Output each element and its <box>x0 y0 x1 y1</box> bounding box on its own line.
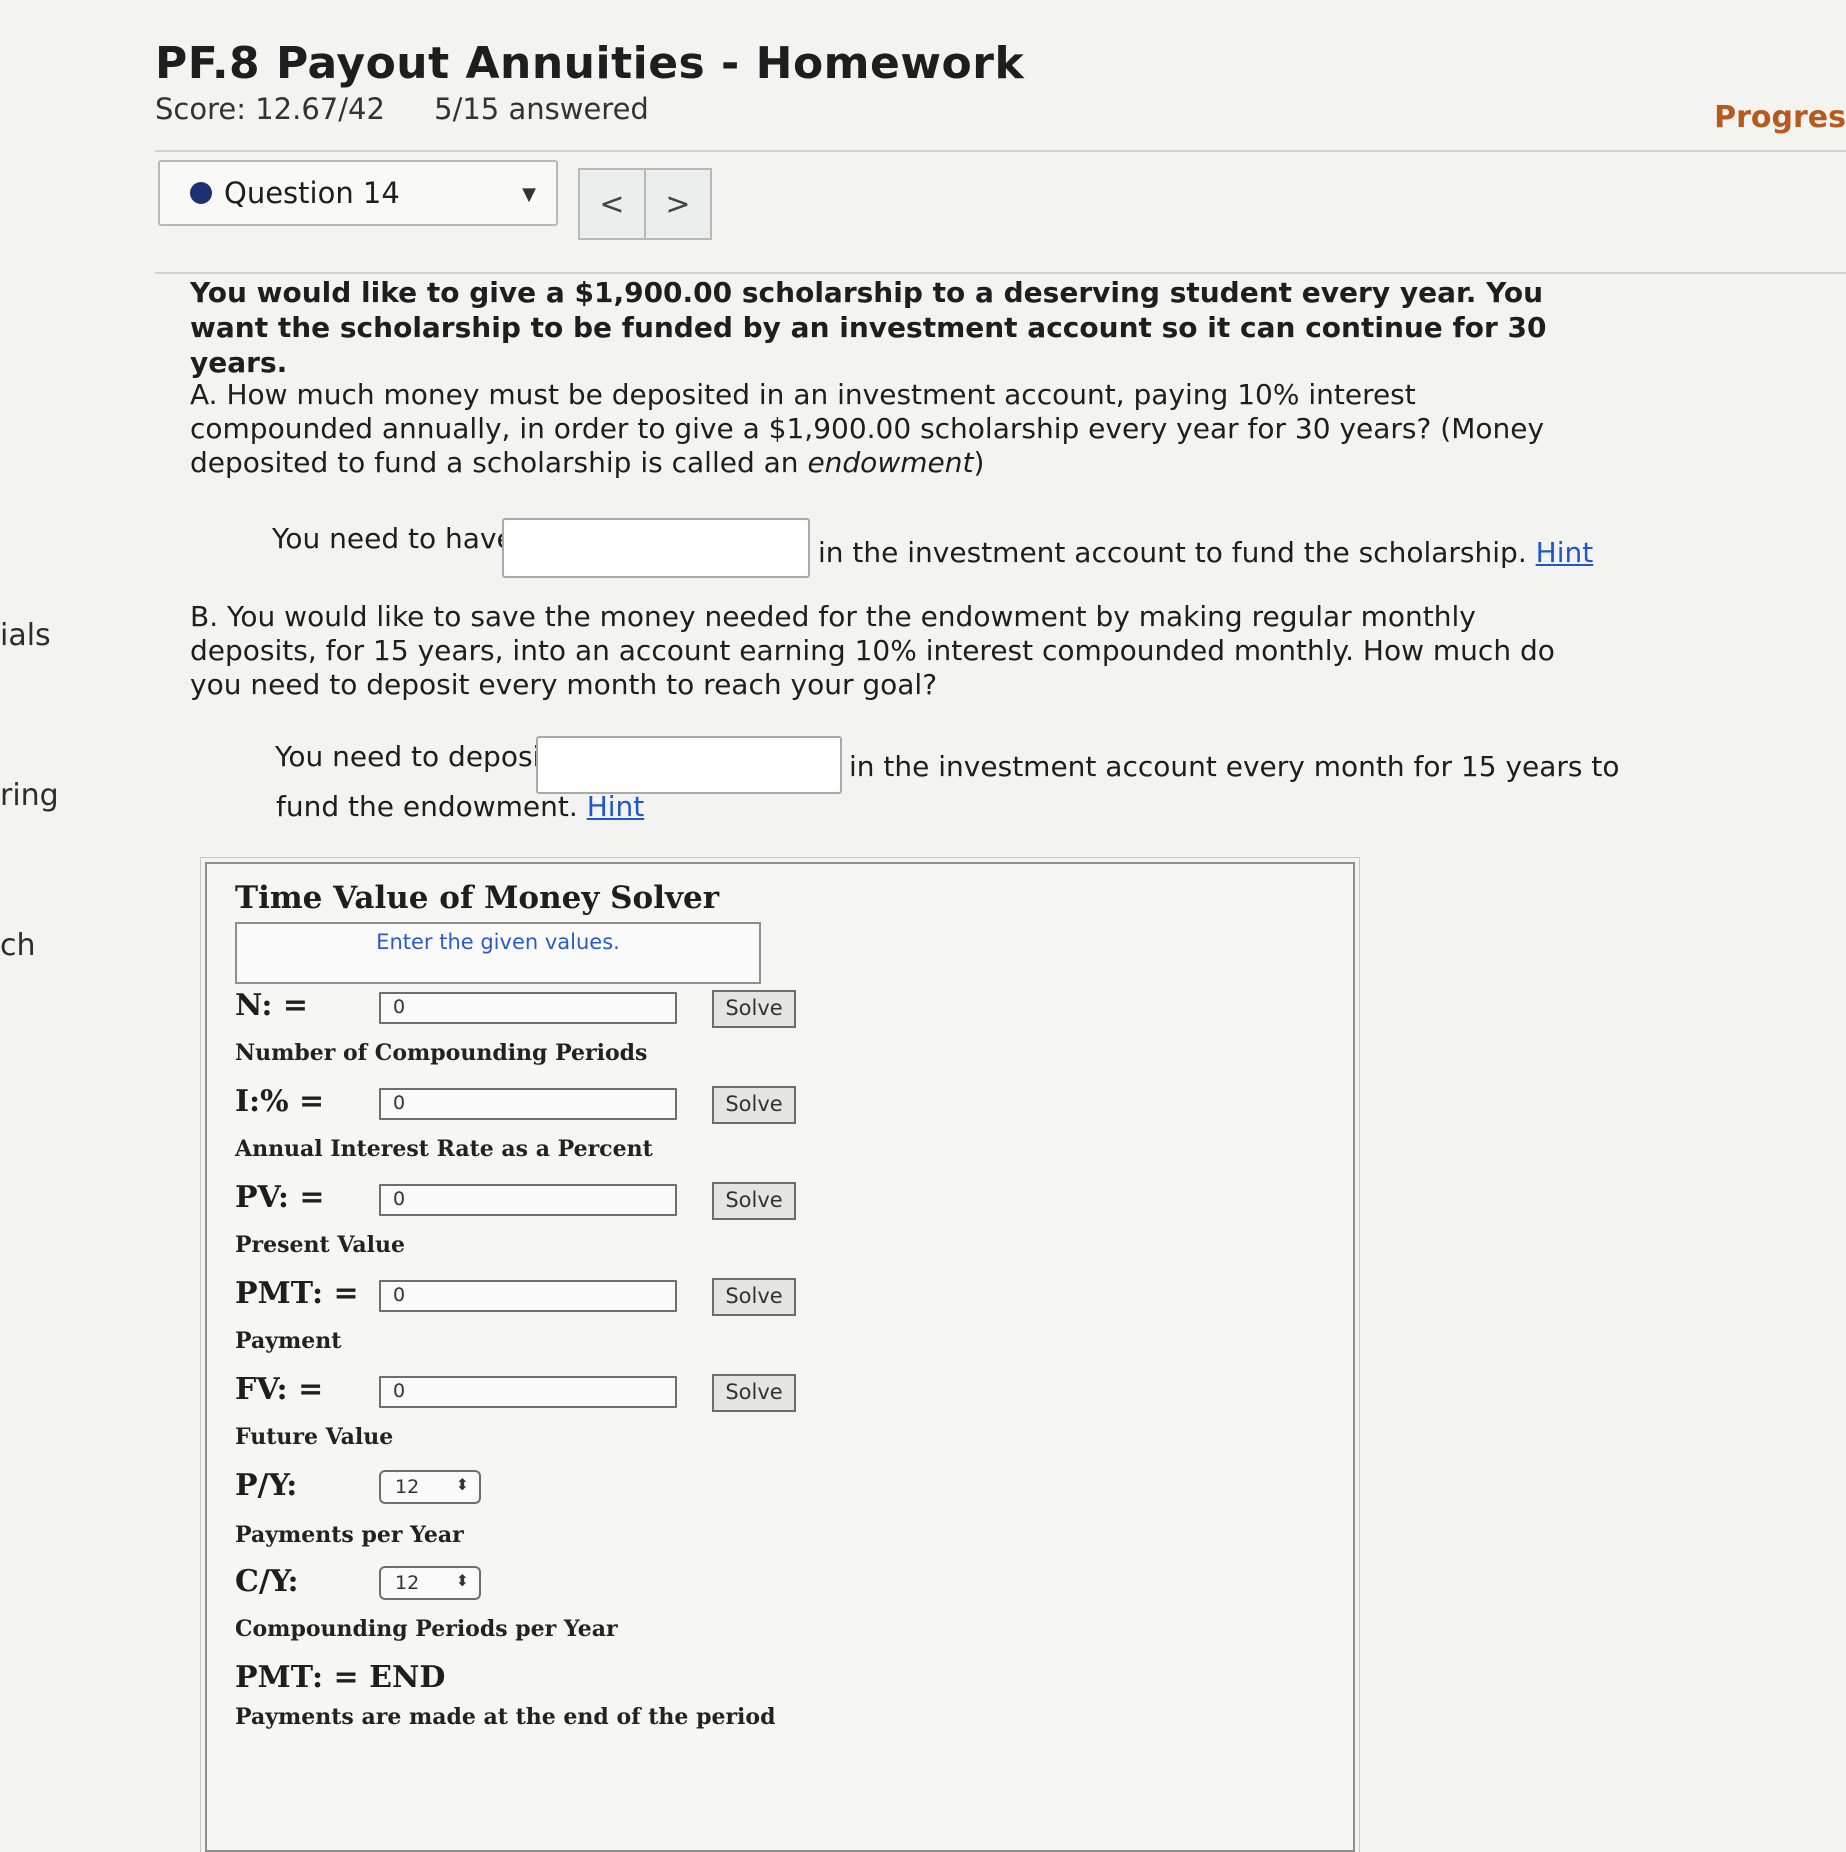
pv-label: PV: = <box>235 1180 325 1215</box>
solve-fv-button[interactable]: Solve <box>712 1374 796 1412</box>
solver-title: Time Value of Money Solver <box>235 880 720 916</box>
cy-label: C/Y: <box>235 1564 299 1599</box>
question-divider <box>155 272 1846 274</box>
prev-question-button[interactable]: < <box>580 170 644 238</box>
part-b-answer-input[interactable] <box>536 736 842 794</box>
stepper-arrows-icon: ⬍ <box>455 1475 469 1494</box>
score-text: Score: 12.67/42 <box>155 92 385 126</box>
part-a-term: endowment <box>807 446 974 479</box>
i-label: I:% = <box>235 1084 325 1119</box>
solve-pv-button[interactable]: Solve <box>712 1182 796 1220</box>
part-b-answer-line: fund the endowment. Hint <box>276 790 644 823</box>
pv-input[interactable]: 0 <box>379 1184 677 1216</box>
pmt-mode-label: PMT: = END <box>235 1660 446 1695</box>
n-input[interactable]: 0 <box>379 992 677 1024</box>
py-description: Payments per Year <box>235 1522 464 1548</box>
cy-description: Compounding Periods per Year <box>235 1616 618 1642</box>
part-b-line2: fund the endowment. <box>276 790 578 823</box>
pmt-input[interactable]: 0 <box>379 1280 677 1312</box>
cy-stepper[interactable]: 12 ⬍ <box>379 1566 481 1600</box>
score-line: Score: 12.67/42 5/15 answered <box>155 92 689 126</box>
i-description: Annual Interest Rate as a Percent <box>235 1136 653 1162</box>
py-value: 12 <box>395 1476 420 1498</box>
part-a-suffix: in the investment account to fund the sc… <box>818 536 1527 569</box>
cy-value: 12 <box>395 1572 420 1594</box>
n-label: N: = <box>235 988 309 1023</box>
solve-i-button[interactable]: Solve <box>712 1086 796 1124</box>
part-a-text: A. How much money must be deposited in a… <box>190 378 1570 480</box>
py-stepper[interactable]: 12 ⬍ <box>379 1470 481 1504</box>
part-b-text: B. You would like to save the money need… <box>190 600 1555 701</box>
fv-description: Future Value <box>235 1424 394 1450</box>
question-select[interactable]: Question 14 ▼ <box>158 160 558 226</box>
n-description: Number of Compounding Periods <box>235 1040 648 1066</box>
hint-link-b[interactable]: Hint <box>587 790 645 823</box>
question-intro: You would like to give a $1,900.00 schol… <box>190 276 1547 379</box>
page-title: PF.8 Payout Annuities - Homework <box>155 38 1025 89</box>
question-nav: < > <box>578 168 712 240</box>
part-a-answer-input[interactable] <box>502 518 810 578</box>
stepper-arrows-icon: ⬍ <box>455 1571 469 1590</box>
sidebar-item-materials[interactable]: ials <box>0 618 51 653</box>
part-a-close: ) <box>973 446 985 479</box>
pmt-label: PMT: = <box>235 1276 359 1311</box>
sidebar-item-search[interactable]: ch <box>0 928 36 963</box>
header-divider <box>155 150 1846 152</box>
tvm-solver: Time Value of Money Solver Enter the giv… <box>200 857 1360 1852</box>
status-dot-icon <box>190 182 212 204</box>
pv-description: Present Value <box>235 1232 405 1258</box>
solver-message: Enter the given values. <box>235 922 761 984</box>
part-b-suffix: in the investment account every month fo… <box>849 750 1620 783</box>
next-question-button[interactable]: > <box>644 170 710 238</box>
fv-input[interactable]: 0 <box>379 1376 677 1408</box>
caret-down-icon: ▼ <box>522 184 536 205</box>
answered-count: 5/15 answered <box>434 92 649 126</box>
part-a-prefix: You need to have <box>272 522 514 555</box>
pmt-mode-description: Payments are made at the end of the peri… <box>235 1704 776 1730</box>
solve-n-button[interactable]: Solve <box>712 990 796 1028</box>
solve-pmt-button[interactable]: Solve <box>712 1278 796 1316</box>
i-input[interactable]: 0 <box>379 1088 677 1120</box>
progress-link[interactable]: Progres <box>1714 100 1846 135</box>
hint-link-a[interactable]: Hint <box>1536 536 1594 569</box>
py-label: P/Y: <box>235 1468 298 1503</box>
pmt-description: Payment <box>235 1328 342 1354</box>
fv-label: FV: = <box>235 1372 324 1407</box>
part-a-answer-line: in the investment account to fund the sc… <box>818 536 1593 569</box>
part-b-prefix: You need to deposit <box>275 740 552 773</box>
question-select-label: Question 14 <box>224 176 400 210</box>
sidebar-item-tutoring[interactable]: ring <box>0 778 59 813</box>
